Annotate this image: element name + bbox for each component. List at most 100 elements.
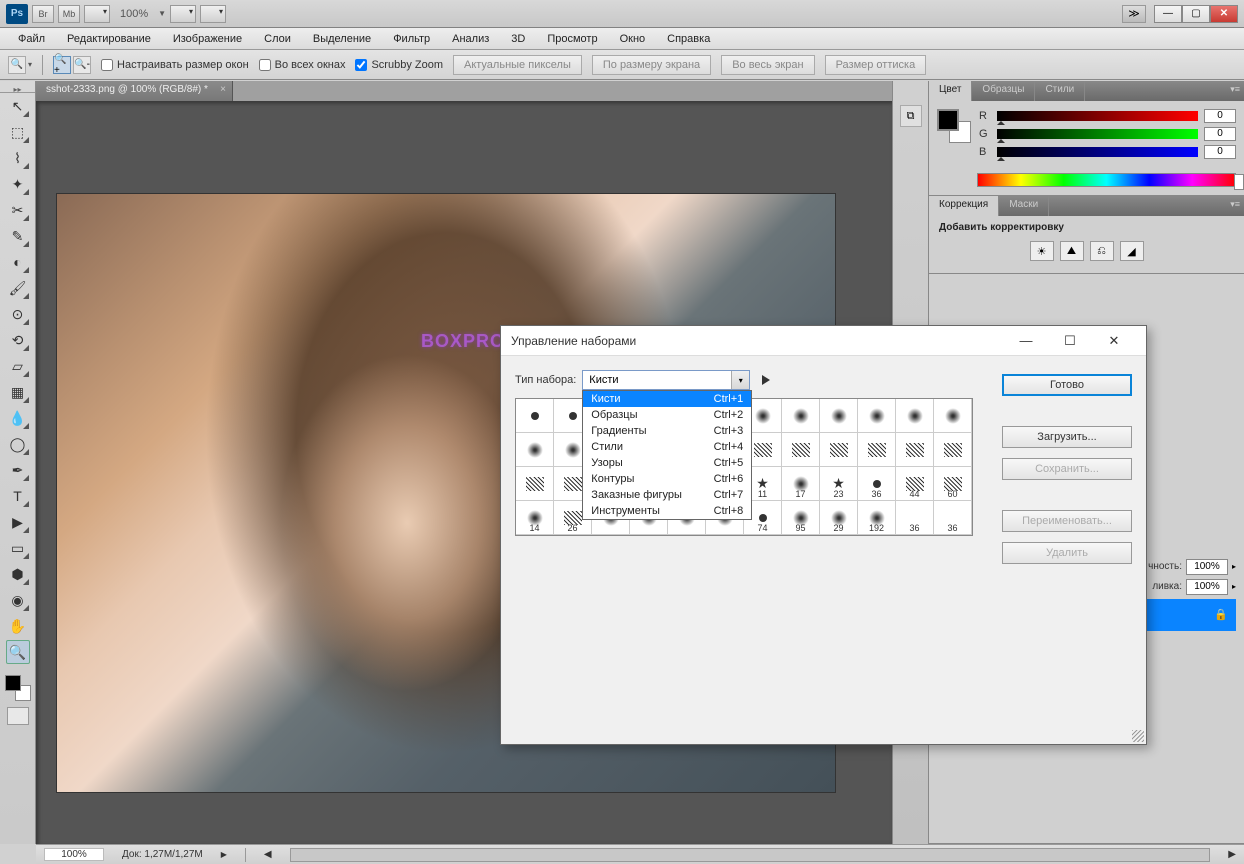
brush-preset-cell[interactable]: 192: [858, 501, 896, 535]
menu-file[interactable]: Файл: [8, 30, 55, 48]
menu-analysis[interactable]: Анализ: [442, 30, 499, 48]
brush-preset-cell[interactable]: 36: [896, 501, 934, 535]
load-button[interactable]: Загрузить...: [1002, 426, 1132, 448]
horizontal-scrollbar[interactable]: [290, 848, 1211, 862]
combo-option[interactable]: ОбразцыCtrl+2: [583, 407, 751, 423]
brush-preset-cell[interactable]: 44: [896, 467, 934, 501]
screen-mode-dropdown[interactable]: [200, 5, 226, 23]
blur-tool-icon[interactable]: 💧: [6, 406, 30, 430]
minimize-button[interactable]: —: [1154, 5, 1182, 23]
lasso-tool-icon[interactable]: ⌇: [6, 146, 30, 170]
history-brush-tool-icon[interactable]: ⟲: [6, 328, 30, 352]
menu-help[interactable]: Справка: [657, 30, 720, 48]
brush-preset-cell[interactable]: [516, 433, 554, 467]
brush-preset-cell[interactable]: 17: [782, 467, 820, 501]
tab-color[interactable]: Цвет: [929, 81, 972, 101]
brush-preset-cell[interactable]: [820, 433, 858, 467]
brightness-icon[interactable]: ☀: [1030, 241, 1054, 261]
path-select-tool-icon[interactable]: ▶: [6, 510, 30, 534]
gradient-tool-icon[interactable]: ▦: [6, 380, 30, 404]
panel-color-swatches[interactable]: [937, 109, 971, 143]
combo-option[interactable]: КистиCtrl+1: [583, 391, 751, 407]
collapse-panels-icon[interactable]: ≫: [1122, 5, 1146, 23]
zoom-tool-icon[interactable]: 🔍: [8, 56, 26, 74]
brush-preset-cell[interactable]: 36: [934, 501, 972, 535]
g-value[interactable]: 0: [1204, 127, 1236, 141]
pen-tool-icon[interactable]: ✒: [6, 458, 30, 482]
brush-preset-cell[interactable]: [896, 433, 934, 467]
combo-option[interactable]: ИнструментыCtrl+8: [583, 503, 751, 519]
3d-tool-icon[interactable]: ⬢: [6, 562, 30, 586]
delete-button[interactable]: Удалить: [1002, 542, 1132, 564]
healing-tool-icon[interactable]: ◐: [6, 250, 30, 274]
fill-screen-button[interactable]: Во весь экран: [721, 55, 814, 75]
brush-preset-cell[interactable]: [516, 399, 554, 433]
tab-masks[interactable]: Маски: [999, 196, 1049, 216]
print-size-button[interactable]: Размер оттиска: [825, 55, 927, 75]
combo-option[interactable]: ГрадиентыCtrl+3: [583, 423, 751, 439]
resize-grip-icon[interactable]: [1132, 730, 1144, 742]
tab-styles[interactable]: Стили: [1035, 81, 1085, 101]
resize-windows-checkbox[interactable]: Настраивать размер окон: [101, 59, 249, 71]
zoom-in-icon[interactable]: 🔍+: [53, 56, 71, 74]
zoom-out-icon[interactable]: 🔍-: [73, 56, 91, 74]
combo-option[interactable]: СтилиCtrl+4: [583, 439, 751, 455]
dialog-close-button[interactable]: ✕: [1092, 327, 1136, 355]
brush-preset-cell[interactable]: [516, 467, 554, 501]
marquee-tool-icon[interactable]: ⬚: [6, 120, 30, 144]
stamp-tool-icon[interactable]: ⊙: [6, 302, 30, 326]
color-swatches[interactable]: [5, 675, 31, 701]
brush-preset-cell[interactable]: [782, 399, 820, 433]
history-panel-icon[interactable]: ⧉: [900, 105, 922, 127]
combo-option[interactable]: Заказные фигурыCtrl+7: [583, 487, 751, 503]
flyout-menu-icon[interactable]: [762, 375, 775, 385]
b-slider[interactable]: [997, 147, 1198, 157]
dodge-tool-icon[interactable]: ◯: [6, 432, 30, 456]
opacity-value[interactable]: 100%: [1186, 559, 1228, 575]
brush-preset-cell[interactable]: [934, 433, 972, 467]
menu-filter[interactable]: Фильтр: [383, 30, 440, 48]
brush-preset-cell[interactable]: 60: [934, 467, 972, 501]
done-button[interactable]: Готово: [1002, 374, 1132, 396]
brush-preset-cell[interactable]: [858, 399, 896, 433]
actual-pixels-button[interactable]: Актуальные пикселы: [453, 55, 582, 75]
brush-preset-cell[interactable]: 29: [820, 501, 858, 535]
panel-menu-icon[interactable]: ▾≡: [1230, 199, 1240, 210]
curves-icon[interactable]: ⎌: [1090, 241, 1114, 261]
combo-option[interactable]: УзорыCtrl+5: [583, 455, 751, 471]
eraser-tool-icon[interactable]: ▱: [6, 354, 30, 378]
move-tool-icon[interactable]: ↖: [6, 94, 30, 118]
menu-layers[interactable]: Слои: [254, 30, 301, 48]
brush-preset-cell[interactable]: 23: [820, 467, 858, 501]
scrubby-zoom-checkbox[interactable]: Scrubby Zoom: [355, 59, 443, 71]
menu-view[interactable]: Просмотр: [537, 30, 607, 48]
brush-preset-cell[interactable]: [782, 433, 820, 467]
b-value[interactable]: 0: [1204, 145, 1236, 159]
minibridge-button[interactable]: Mb: [58, 5, 80, 23]
menu-3d[interactable]: 3D: [501, 30, 535, 48]
r-slider[interactable]: [997, 111, 1198, 121]
hand-tool-icon[interactable]: ✋: [6, 614, 30, 638]
panel-menu-icon[interactable]: ▾≡: [1230, 84, 1240, 95]
brush-preset-cell[interactable]: [896, 399, 934, 433]
combo-option[interactable]: КонтурыCtrl+6: [583, 471, 751, 487]
maximize-button[interactable]: ▢: [1182, 5, 1210, 23]
menu-window[interactable]: Окно: [610, 30, 656, 48]
fill-value[interactable]: 100%: [1186, 579, 1228, 595]
tab-swatches[interactable]: Образцы: [972, 81, 1035, 101]
brush-preset-cell[interactable]: [820, 399, 858, 433]
view-extras-dropdown[interactable]: [84, 5, 110, 23]
brush-preset-cell[interactable]: [858, 433, 896, 467]
tab-adjustments[interactable]: Коррекция: [929, 196, 999, 216]
dialog-titlebar[interactable]: Управление наборами — ☐ ✕: [501, 326, 1146, 356]
brush-preset-cell[interactable]: [934, 399, 972, 433]
magic-wand-tool-icon[interactable]: ✦: [6, 172, 30, 196]
close-button[interactable]: ✕: [1210, 5, 1238, 23]
crop-tool-icon[interactable]: ✂: [6, 198, 30, 222]
quickmask-button[interactable]: [7, 707, 29, 725]
spectrum-ramp[interactable]: [977, 173, 1236, 187]
levels-icon[interactable]: ⛰: [1060, 241, 1084, 261]
type-tool-icon[interactable]: T: [6, 484, 30, 508]
fit-screen-button[interactable]: По размеру экрана: [592, 55, 711, 75]
status-zoom[interactable]: 100%: [44, 848, 104, 861]
